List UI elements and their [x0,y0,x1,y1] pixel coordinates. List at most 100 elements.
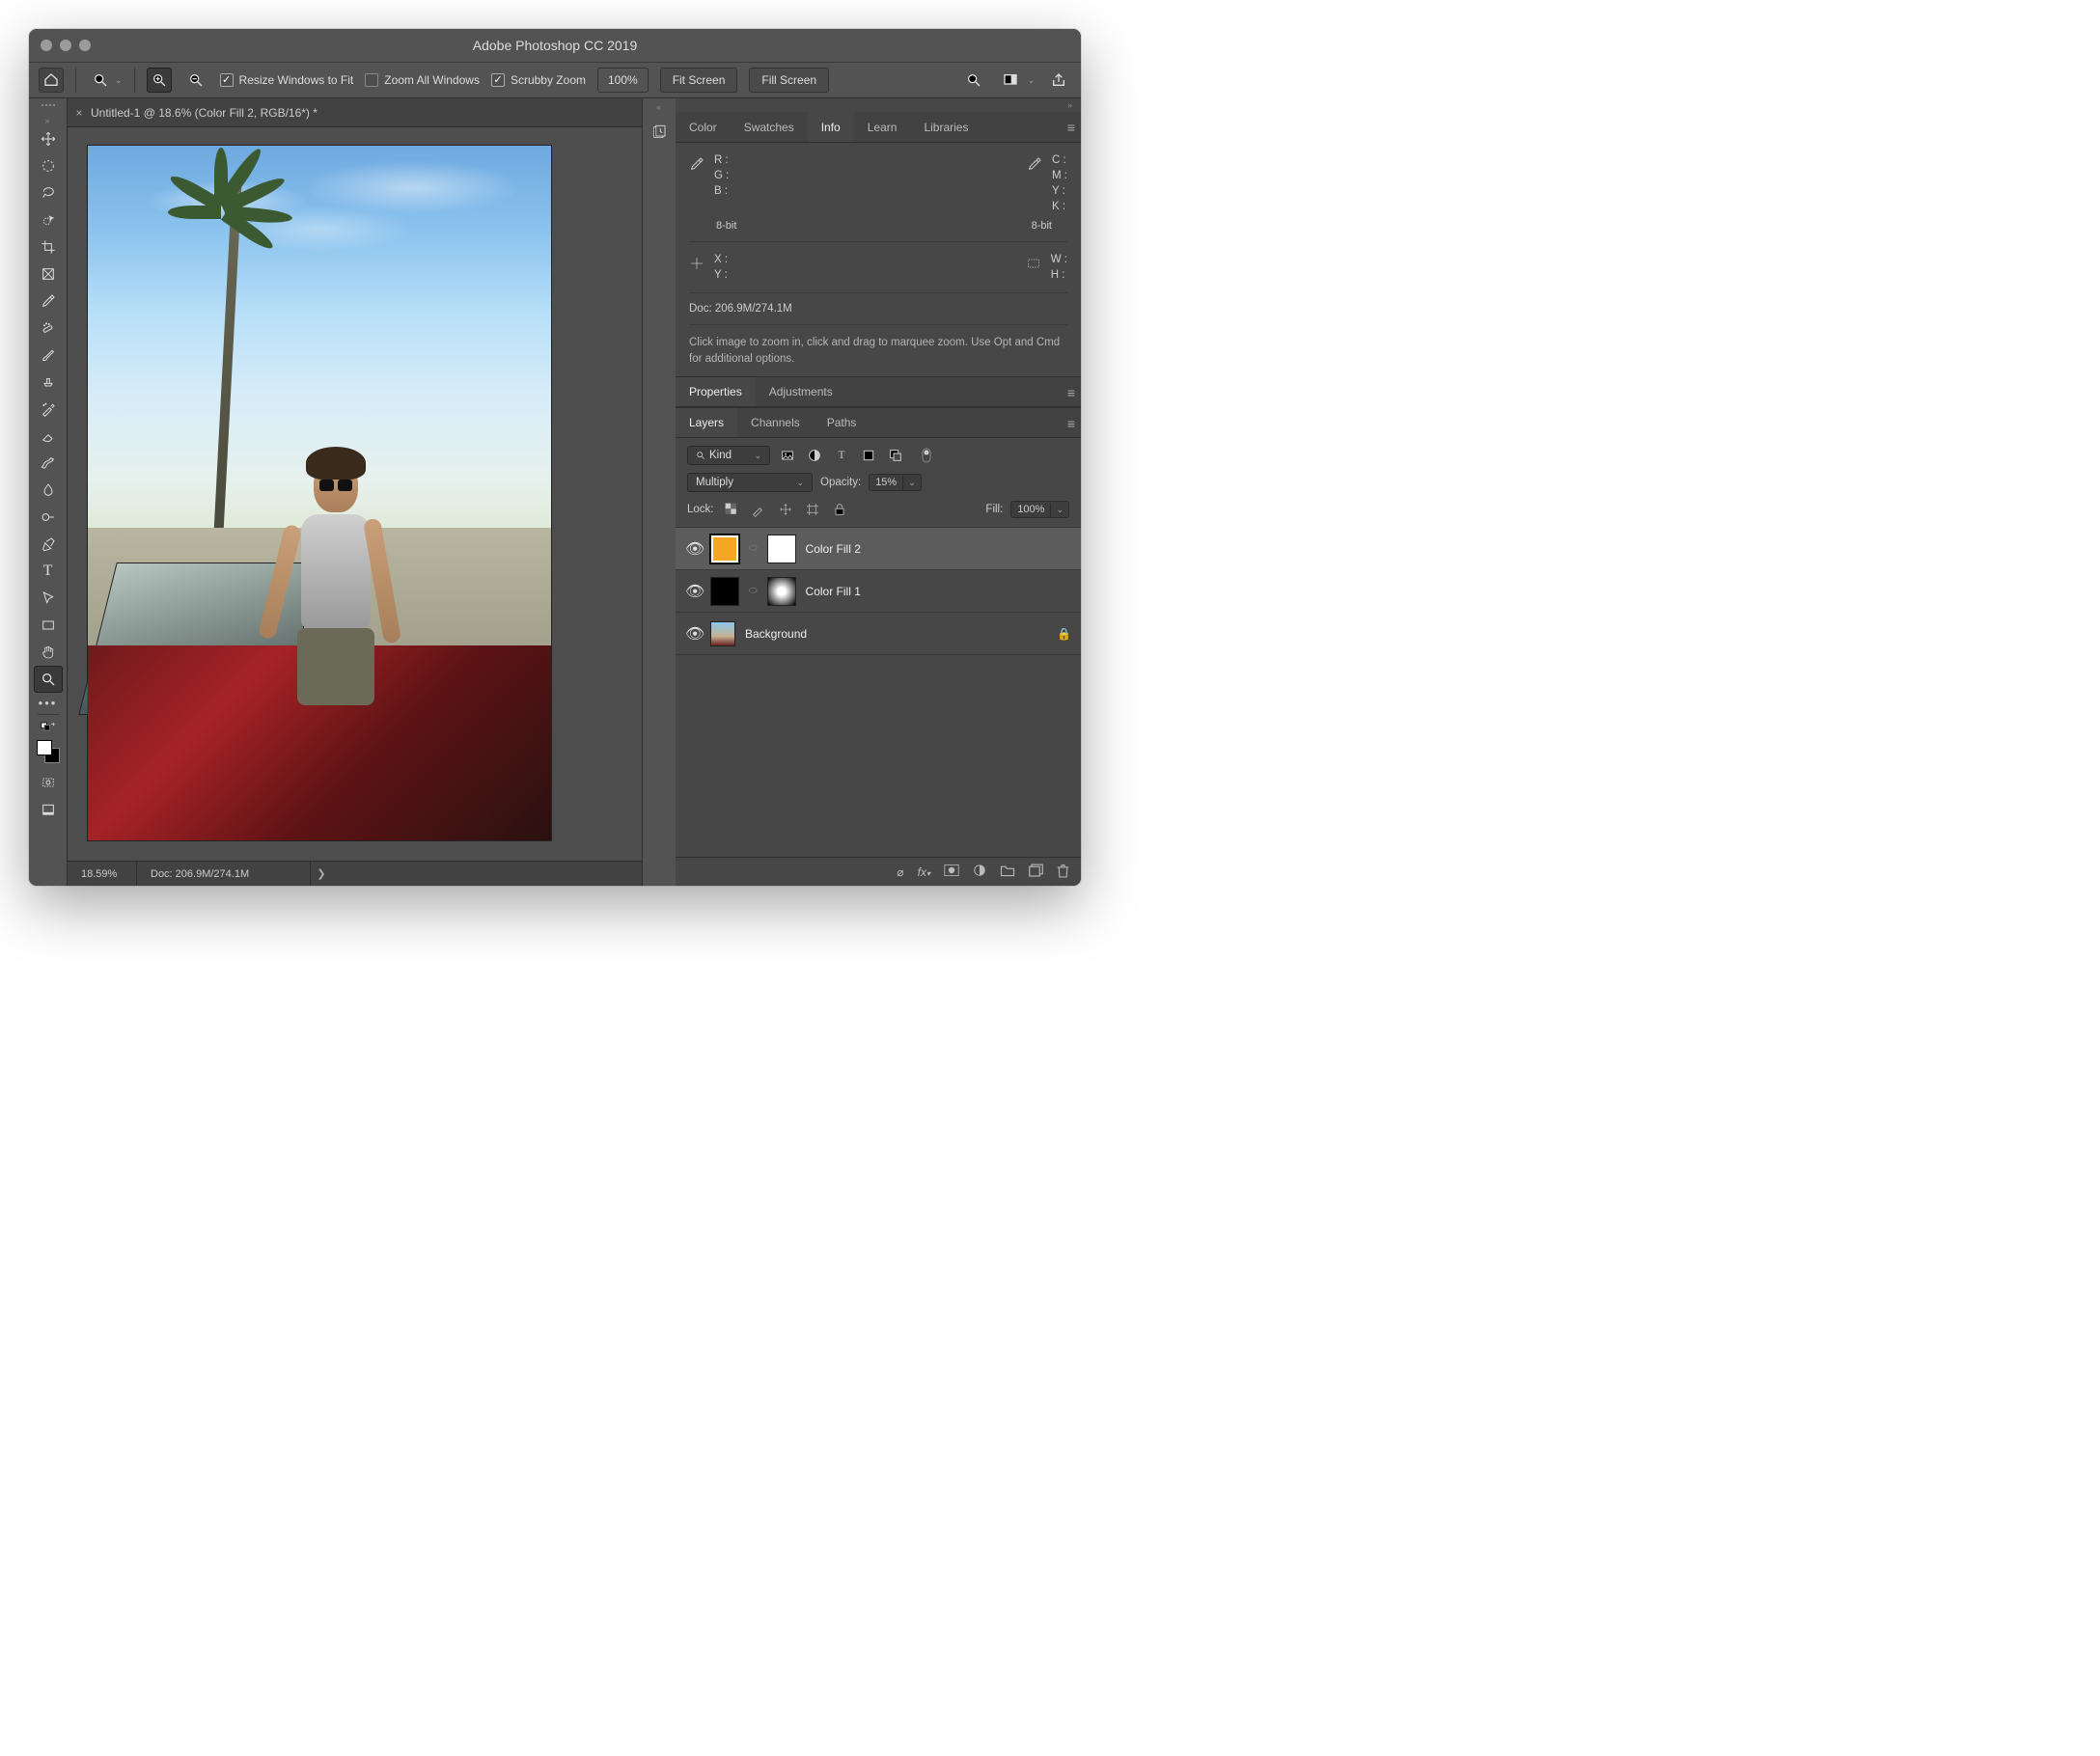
rectangle-tool[interactable] [34,612,63,639]
layer-thumbnail[interactable] [710,577,739,606]
frame-tool[interactable] [34,261,63,288]
quick-mask-mode[interactable] [34,769,63,796]
share-button[interactable] [1046,68,1071,93]
clone-stamp-tool[interactable] [34,369,63,396]
tab-swatches[interactable]: Swatches [731,112,808,142]
lock-artboard-icon[interactable] [803,500,822,519]
tab-info[interactable]: Info [808,112,854,142]
scrubby-zoom-checkbox[interactable]: Scrubby Zoom [491,73,586,87]
panel-menu-icon[interactable]: ≡ [1067,416,1075,431]
layers-empty-area[interactable] [676,655,1081,857]
minimize-window[interactable] [60,40,71,51]
panel-menu-icon[interactable]: ≡ [1067,385,1075,400]
path-selection-tool[interactable] [34,585,63,612]
lock-transparency-icon[interactable] [722,500,741,519]
fill-field[interactable]: 100%⌄ [1010,501,1069,518]
screen-mode[interactable] [34,796,63,823]
eyedropper-tool[interactable] [34,288,63,315]
close-window[interactable] [41,40,52,51]
blend-mode-select[interactable]: Multiply⌄ [687,473,813,492]
mask-thumbnail[interactable] [767,535,796,563]
layer-row[interactable]: 👁 Background 🔒 [676,613,1081,655]
close-tab-icon[interactable]: × [68,106,91,120]
opacity-field[interactable]: 15%⌄ [869,474,922,491]
link-layers-icon[interactable]: ⌀ [897,865,903,879]
filter-pixel-icon[interactable] [778,446,797,465]
lock-position-icon[interactable] [776,500,795,519]
new-adjustment-icon[interactable] [973,864,986,880]
quick-selection-tool[interactable] [34,206,63,233]
gradient-tool[interactable] [34,450,63,477]
eraser-tool[interactable] [34,423,63,450]
visibility-icon[interactable]: 👁 [685,539,701,559]
canvas[interactable] [68,127,642,861]
new-layer-icon[interactable] [1029,864,1043,880]
workspace-switcher[interactable]: ⌄ [998,68,1035,93]
blur-tool[interactable] [34,477,63,504]
collapse-panels[interactable]: » [676,98,1081,112]
brush-tool[interactable] [34,342,63,369]
search-button[interactable] [961,68,986,93]
filter-smart-icon[interactable] [886,446,905,465]
delete-layer-icon[interactable] [1057,864,1069,881]
move-tool[interactable] [34,125,63,152]
panel-menu-icon[interactable]: ≡ [1067,120,1075,135]
link-mask-icon[interactable]: ⬭ [749,543,758,554]
panel-grip[interactable] [34,104,63,112]
tab-learn[interactable]: Learn [854,112,911,142]
new-group-icon[interactable] [1000,864,1015,880]
zoom-out-button[interactable] [183,68,208,93]
dodge-tool[interactable] [34,504,63,531]
layer-name[interactable]: Background [745,627,807,641]
expand-dock[interactable]: « [656,102,662,112]
fill-screen-button[interactable]: Fill Screen [749,68,829,93]
filter-adjustment-icon[interactable] [805,446,824,465]
layer-style-icon[interactable]: fx▾ [918,865,930,879]
filter-type-icon[interactable]: T [832,446,851,465]
link-mask-icon[interactable]: ⬭ [749,586,758,596]
status-doc-size[interactable]: Doc: 206.9M/274.1M [137,862,311,886]
tab-libraries[interactable]: Libraries [910,112,981,142]
type-tool[interactable]: T [34,558,63,585]
status-flyout[interactable]: ❯ [311,867,332,880]
mask-thumbnail[interactable] [767,577,796,606]
zoom-value-button[interactable]: 100% [597,68,649,93]
home-button[interactable] [39,68,64,93]
lock-all-icon[interactable] [830,500,849,519]
zoom-all-checkbox[interactable]: Zoom All Windows [365,73,480,87]
layer-thumbnail[interactable] [710,621,735,646]
layer-thumbnail[interactable] [710,535,739,563]
visibility-icon[interactable]: 👁 [685,624,701,644]
layer-row[interactable]: 👁 ⬭ Color Fill 1 [676,570,1081,613]
history-brush-tool[interactable] [34,396,63,423]
filter-toggle[interactable] [917,446,936,465]
tab-layers[interactable]: Layers [676,408,737,437]
tab-properties[interactable]: Properties [676,377,756,406]
marquee-tool[interactable] [34,152,63,179]
add-mask-icon[interactable] [944,864,959,880]
lock-pixels-icon[interactable] [749,500,768,519]
pen-tool[interactable] [34,531,63,558]
tab-color[interactable]: Color [676,112,731,142]
filter-shape-icon[interactable] [859,446,878,465]
color-swatches[interactable] [37,740,60,763]
layer-name[interactable]: Color Fill 2 [806,542,861,556]
maximize-window[interactable] [79,40,91,51]
tab-channels[interactable]: Channels [737,408,814,437]
layer-name[interactable]: Color Fill 1 [806,585,861,598]
default-colors-icon[interactable] [41,717,56,736]
edit-toolbar[interactable]: ••• [39,693,58,712]
history-panel-icon[interactable] [647,120,672,145]
tool-preset-picker[interactable]: ⌄ [88,68,123,93]
resize-windows-checkbox[interactable]: Resize Windows to Fit [220,73,354,87]
status-zoom[interactable]: 18.59% [68,862,137,886]
layer-row[interactable]: 👁 ⬭ Color Fill 2 [676,528,1081,570]
collapse-toolbar[interactable]: » [44,116,50,125]
healing-brush-tool[interactable] [34,315,63,342]
zoom-tool[interactable] [34,666,63,693]
tab-adjustments[interactable]: Adjustments [756,377,846,406]
hand-tool[interactable] [34,639,63,666]
crop-tool[interactable] [34,233,63,261]
visibility-icon[interactable]: 👁 [685,582,701,601]
fit-screen-button[interactable]: Fit Screen [660,68,738,93]
